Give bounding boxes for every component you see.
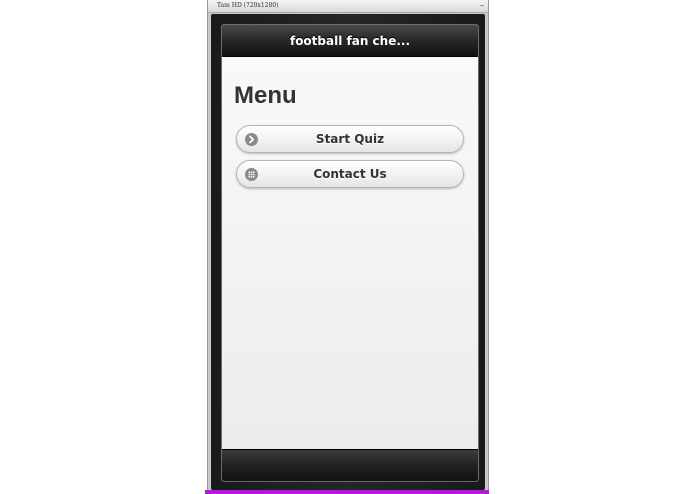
stage: Tam HD (720x1280) – football fan che... … xyxy=(0,0,695,494)
contact-us-button[interactable]: Contact Us xyxy=(236,160,464,188)
device-body: football fan che... Menu Start Quiz Cont… xyxy=(211,14,485,490)
emulator-titlebar[interactable]: Tam HD (720x1280) – xyxy=(208,0,488,13)
start-quiz-label: Start Quiz xyxy=(315,132,385,146)
emulator-window: Tam HD (720x1280) – football fan che... … xyxy=(207,0,489,490)
app-header-title: football fan che... xyxy=(289,34,411,48)
minimize-icon[interactable]: – xyxy=(480,1,484,10)
taskbar-accent-strip xyxy=(205,490,489,494)
emulator-title: Tam HD (720x1280) xyxy=(217,2,279,9)
start-quiz-button[interactable]: Start Quiz xyxy=(236,125,464,153)
page-title: Menu xyxy=(234,82,297,109)
contact-us-label: Contact Us xyxy=(313,167,387,181)
app-header: football fan che... xyxy=(222,25,478,57)
app-content: Menu Start Quiz Contact Us xyxy=(222,57,478,450)
app-footer xyxy=(222,449,478,481)
app-screen: football fan che... Menu Start Quiz Cont… xyxy=(221,24,479,482)
